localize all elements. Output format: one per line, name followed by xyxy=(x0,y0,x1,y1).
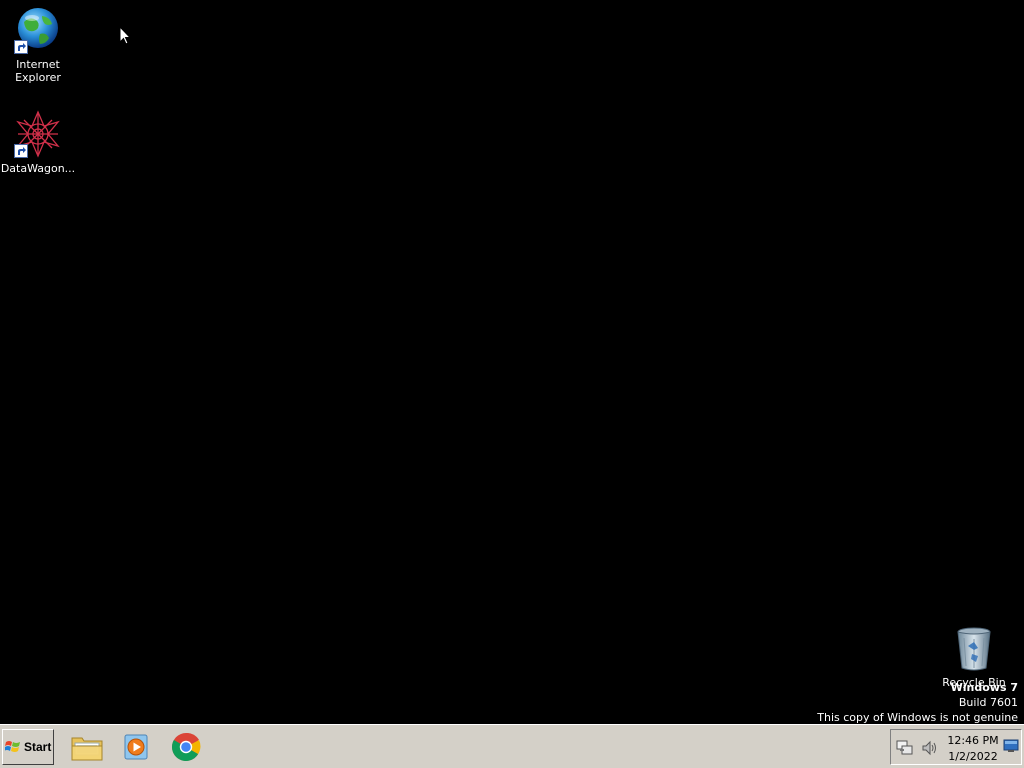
taskbar-google-chrome[interactable] xyxy=(166,729,206,765)
folder-icon xyxy=(71,737,103,761)
taskbar: Start 12:46 PM 1/2/2022 xyxy=(0,724,1024,768)
windows-logo-icon xyxy=(5,741,20,752)
start-button[interactable]: Start xyxy=(2,729,54,765)
ie-globe-icon xyxy=(14,6,62,54)
desktop-icon-label: Internet Explorer xyxy=(15,58,61,84)
system-tray: 12:46 PM 1/2/2022 xyxy=(890,729,1022,765)
desktop-icon-datawagon[interactable]: DataWagon... xyxy=(0,110,76,175)
shortcut-arrow-icon xyxy=(14,144,28,158)
desktop[interactable]: Internet Explorer DataWagon... Recycle B… xyxy=(0,0,1024,724)
mouse-cursor-icon xyxy=(119,25,132,49)
clock-date: 1/2/2022 xyxy=(948,750,998,763)
recycle-bin-icon xyxy=(950,624,998,672)
windows-watermark: Windows 7 Build 7601 This copy of Window… xyxy=(817,680,1018,725)
watermark-notice: This copy of Windows is not genuine xyxy=(817,711,1018,724)
media-player-icon xyxy=(124,734,148,760)
volume-icon[interactable] xyxy=(921,740,939,759)
desktop-icon-label: DataWagon... xyxy=(0,162,76,175)
start-label: Start xyxy=(24,740,52,754)
watermark-title: Windows 7 xyxy=(950,681,1018,694)
taskbar-media-player[interactable] xyxy=(116,729,156,765)
desktop-icon-internet-explorer[interactable]: Internet Explorer xyxy=(0,6,76,84)
show-desktop-icon[interactable] xyxy=(1003,739,1019,756)
taskbar-windows-explorer[interactable] xyxy=(67,729,107,765)
clock-time: 12:46 PM xyxy=(947,734,999,747)
datawagon-icon xyxy=(14,110,62,158)
clock[interactable]: 12:46 PM 1/2/2022 xyxy=(943,733,1003,765)
watermark-build: Build 7601 xyxy=(958,696,1018,709)
chrome-icon xyxy=(172,732,201,761)
shortcut-arrow-icon xyxy=(14,40,28,54)
network-icon[interactable] xyxy=(896,740,914,759)
